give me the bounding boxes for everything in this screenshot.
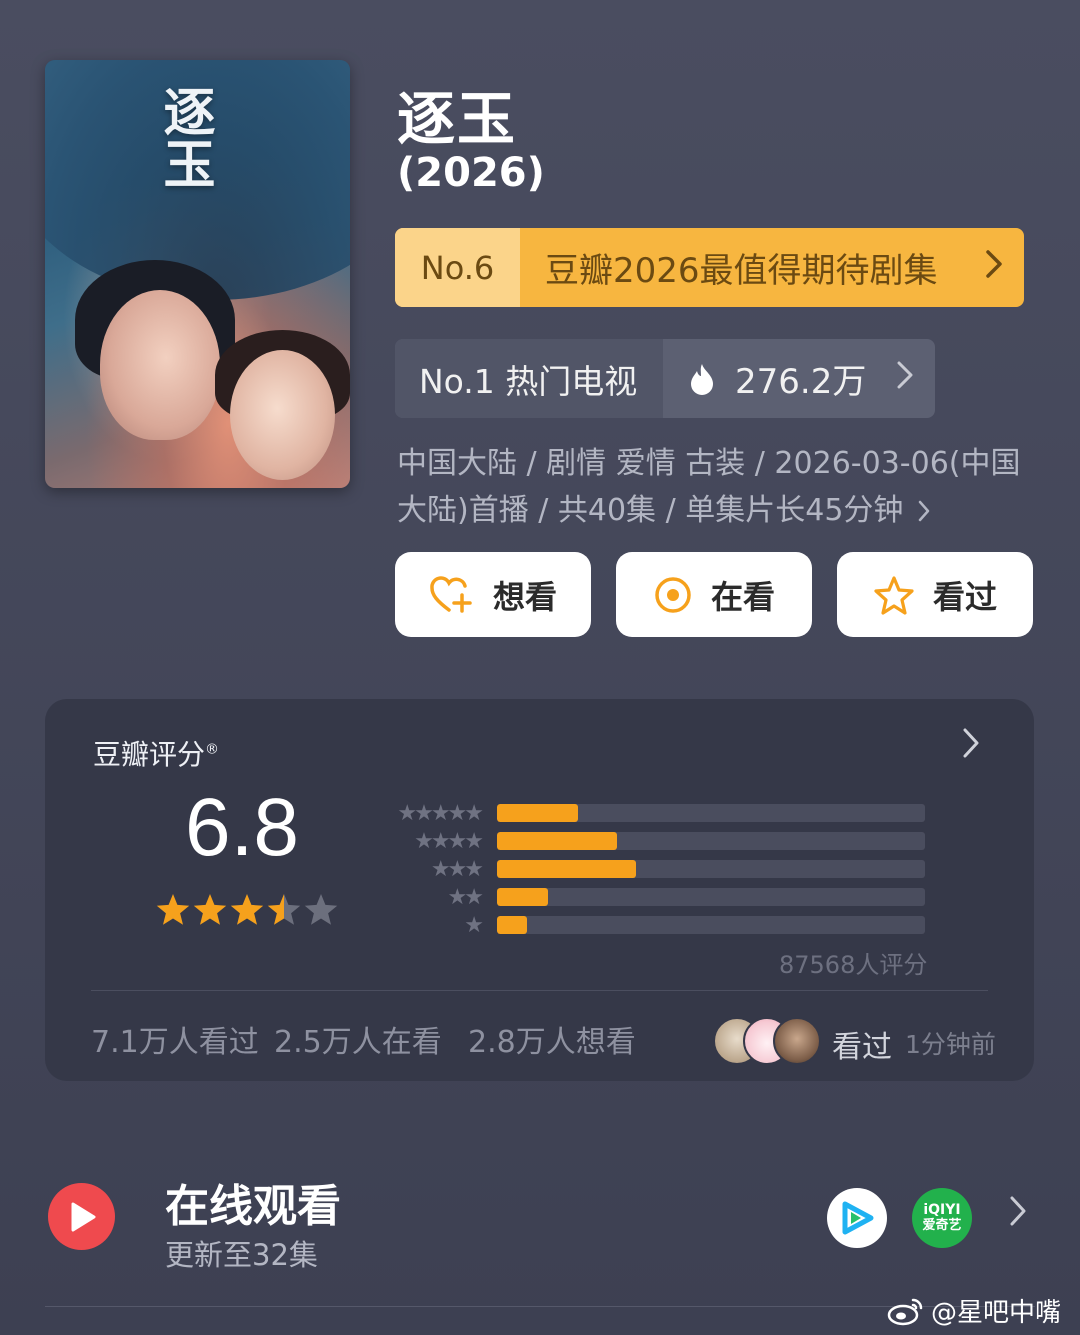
poster-title: 逐玉 xyxy=(154,85,215,189)
avatar xyxy=(773,1017,821,1065)
show-info-line: 中国大陆 / 剧情 爱情 古装 / 2026-03-06(中国 xyxy=(397,446,1021,481)
watermark-text: @星吧中嘴 xyxy=(931,1298,1062,1328)
distribution-stars-icon: ★★★★★ xyxy=(397,800,484,826)
want-count: 2.8万人想看 xyxy=(468,1025,636,1060)
heat-value: 276.2万 xyxy=(663,354,875,403)
rating-distribution: ★★★★★ ★★★★ ★★★ ★★ ★ xyxy=(375,799,925,939)
distribution-row: ★★★★★ xyxy=(375,799,925,827)
distribution-track xyxy=(497,832,925,850)
distribution-bar xyxy=(497,804,579,822)
rating-star-icon xyxy=(156,894,190,925)
want-to-watch-button[interactable]: 想看 xyxy=(395,552,591,637)
iqiyi-cn-text: 爱奇艺 xyxy=(922,1218,962,1233)
distribution-row: ★★★ xyxy=(375,855,925,883)
show-info[interactable]: 中国大陆 / 剧情 爱情 古装 / 2026-03-06(中国 大陆)首播 / … xyxy=(397,440,1037,534)
release-year: (2026) xyxy=(397,150,545,196)
rank-label: No.1 热门电视 xyxy=(395,339,663,418)
heart-plus-icon xyxy=(430,575,472,613)
rating-star-icon xyxy=(230,894,264,925)
chevron-right-icon[interactable] xyxy=(961,727,981,768)
poster-figure-face xyxy=(100,290,220,440)
distribution-stars-icon: ★★ xyxy=(447,884,484,910)
rating-card[interactable]: 豆瓣评分® 6.8 ★★★★★ ★★★★ ★★★ ★★ ★ 87568人评分 7.1万人… xyxy=(45,699,1034,1081)
online-watch-title[interactable]: 在线观看 xyxy=(165,1170,341,1234)
watching-label: 在看 xyxy=(710,577,775,616)
rating-count: 87568人评分 xyxy=(779,951,928,979)
distribution-track xyxy=(497,804,925,822)
rating-star-icon xyxy=(304,894,338,925)
chevron-right-icon xyxy=(964,248,1024,288)
weibo-icon xyxy=(887,1298,923,1325)
watched-button[interactable]: 看过 xyxy=(837,552,1033,637)
flame-icon xyxy=(691,363,713,395)
distribution-track xyxy=(497,888,925,906)
page-title: 逐玉 xyxy=(397,85,518,153)
star-outline-icon xyxy=(874,575,914,615)
rank-number: No.6 xyxy=(395,228,520,307)
distribution-track xyxy=(497,860,925,878)
distribution-bar xyxy=(497,916,527,934)
distribution-bar xyxy=(497,888,549,906)
chevron-right-icon xyxy=(875,359,935,399)
watching-count: 2.5万人在看 xyxy=(274,1025,442,1060)
show-info-line: 大陆)首播 / 共40集 / 单集片长45分钟 xyxy=(397,493,904,528)
watched-label: 看过 xyxy=(932,577,997,616)
want-label: 想看 xyxy=(492,577,557,616)
video-platform-icon[interactable] xyxy=(827,1188,887,1248)
heat-number: 276.2万 xyxy=(735,362,867,402)
iqiyi-icon[interactable]: iQIYI 爱奇艺 xyxy=(912,1188,972,1248)
watermark: @星吧中嘴 xyxy=(887,1292,1061,1329)
chevron-right-icon[interactable] xyxy=(1008,1192,1028,1236)
rating-label: 豆瓣评分® xyxy=(93,733,219,773)
distribution-track xyxy=(497,916,925,934)
ranking-banner-hot[interactable]: No.1 热门电视 276.2万 xyxy=(395,339,935,418)
distribution-stars-icon: ★ xyxy=(464,912,484,938)
distribution-row: ★★★★ xyxy=(375,827,925,855)
watched-count: 7.1万人看过 xyxy=(91,1025,259,1060)
watching-button[interactable]: 在看 xyxy=(616,552,812,637)
distribution-bar xyxy=(497,832,617,850)
play-icon[interactable] xyxy=(48,1183,115,1250)
rating-stars xyxy=(156,894,338,925)
rating-star-icon xyxy=(267,894,301,925)
rating-score: 6.8 xyxy=(185,782,299,873)
poster-image[interactable]: 逐玉 xyxy=(45,60,350,488)
chevron-right-icon xyxy=(919,500,930,521)
iqiyi-logo-text: iQIYI xyxy=(923,1202,961,1218)
recent-activity-time: 1分钟前 xyxy=(905,1030,996,1059)
distribution-stars-icon: ★★★ xyxy=(430,856,484,882)
distribution-row: ★ xyxy=(375,911,925,939)
target-icon xyxy=(655,576,691,613)
distribution-stars-icon: ★★★★ xyxy=(414,828,484,854)
distribution-bar xyxy=(497,860,637,878)
rank-label: 豆瓣2026最值得期待剧集 xyxy=(545,251,938,291)
rating-label-text: 豆瓣评分 xyxy=(93,738,206,771)
poster-figure-face xyxy=(230,350,335,480)
ranking-banner-expected[interactable]: No.6 豆瓣2026最值得期待剧集 xyxy=(395,228,1024,307)
divider xyxy=(91,990,988,991)
registered-mark: ® xyxy=(205,741,220,758)
online-watch-subtitle: 更新至32集 xyxy=(165,1238,318,1272)
distribution-row: ★★ xyxy=(375,883,925,911)
rating-star-icon xyxy=(193,894,227,925)
recent-activity-label: 看过 xyxy=(832,1030,892,1065)
